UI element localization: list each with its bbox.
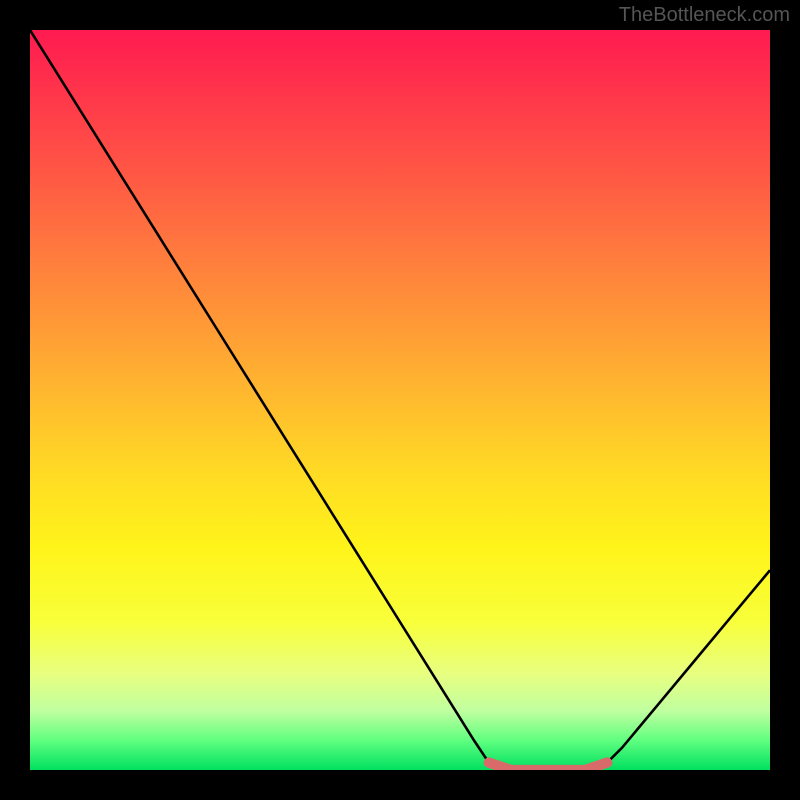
chart-container: TheBottleneck.com bbox=[0, 0, 800, 800]
highlight-segment bbox=[489, 763, 607, 770]
curve-svg bbox=[30, 30, 770, 770]
watermark-text: TheBottleneck.com bbox=[619, 4, 790, 27]
plot-area bbox=[30, 30, 770, 770]
bottleneck-curve bbox=[30, 30, 770, 770]
